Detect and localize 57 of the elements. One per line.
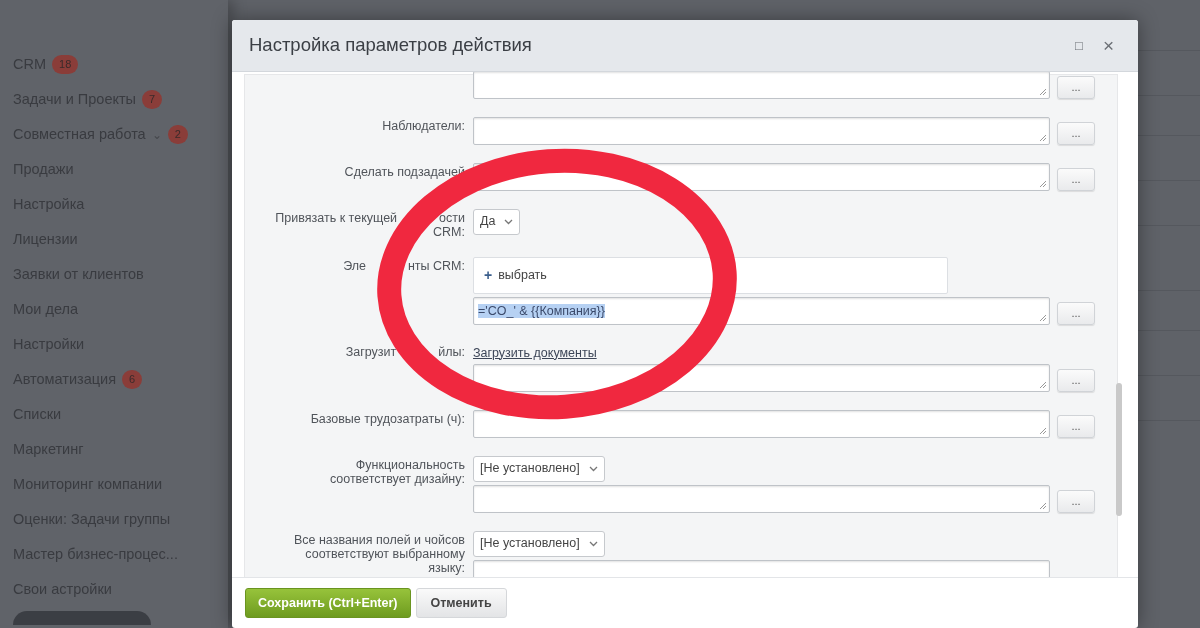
select-field[interactable]: Да — [473, 208, 521, 235]
close-button[interactable]: × — [1096, 35, 1120, 55]
more-button[interactable]: ... — [1057, 121, 1095, 145]
field-label: Привязать к текущей — [275, 210, 398, 225]
chevron-icon — [588, 465, 598, 472]
field-label: ости — [439, 210, 465, 225]
sidebar-button[interactable] — [13, 611, 151, 625]
cancel-button[interactable]: Отменить — [415, 588, 507, 618]
more-button[interactable]: ... — [1057, 75, 1095, 99]
resize-handle-icon[interactable] — [1039, 313, 1047, 322]
resize-handle-icon[interactable] — [1039, 380, 1047, 389]
text-area[interactable] — [473, 363, 1050, 392]
more-button[interactable]: ... — [1057, 414, 1095, 438]
select-link[interactable]: выбрать — [498, 265, 547, 285]
field-label: Загрузит — [345, 344, 397, 359]
more-button[interactable]: ... — [1057, 167, 1095, 191]
text-area[interactable] — [473, 71, 1050, 99]
text-area[interactable] — [473, 409, 1050, 438]
field-label: соответствуют выбранному — [305, 546, 465, 561]
chevron-icon — [504, 218, 514, 225]
chevron-icon: ⌄ — [151, 125, 162, 144]
counter-badge: 18 — [52, 55, 79, 74]
chevron-icon — [588, 540, 598, 547]
more-button[interactable]: ... — [1057, 368, 1095, 392]
counter-badge: 6 — [122, 370, 143, 389]
save-button[interactable]: Сохранить (Ctrl+Enter) — [245, 588, 411, 618]
resize-handle-icon[interactable] — [1039, 133, 1047, 142]
resize-handle-icon[interactable] — [1039, 501, 1047, 510]
field-label: Базовые трудозатраты (ч): — [310, 411, 465, 426]
scrollbar-thumb[interactable] — [1116, 382, 1122, 516]
counter-badge: 7 — [142, 90, 163, 109]
maximize-button[interactable]: □ — [1069, 35, 1089, 55]
select-field[interactable]: [Не установлено] — [473, 455, 605, 482]
field-label: Функциональность — [355, 457, 465, 472]
select-field[interactable]: [Не установлено] — [473, 530, 605, 557]
picker-field[interactable]: + выбрать — [473, 256, 948, 294]
field-label: Все названия полей и чойсов — [293, 532, 465, 547]
text-area[interactable]: ='CO_' & {{Компания}} — [473, 296, 1050, 325]
field-label: Сделать подзадачей — [344, 164, 465, 179]
plus-icon: + — [484, 264, 493, 286]
text-area[interactable] — [473, 484, 1050, 513]
resize-handle-icon[interactable] — [1039, 179, 1047, 188]
resize-handle-icon[interactable] — [1039, 426, 1047, 435]
field-label: йлы: — [438, 344, 465, 359]
counter-badge: 2 — [167, 125, 188, 144]
dialog-title: Настройка параметров действия — [249, 33, 533, 58]
field-label: CRM: — [433, 224, 465, 239]
field-label: соответствует дизайну: — [329, 471, 465, 486]
field-label: нты CRM: — [407, 258, 465, 273]
resize-handle-icon[interactable] — [1039, 87, 1047, 96]
more-button[interactable]: ... — [1057, 489, 1095, 513]
text-area[interactable] — [473, 116, 1050, 145]
field-label: языку: — [428, 560, 465, 575]
field-label: Наблюдатели: — [382, 118, 465, 133]
upload-link[interactable]: Загрузить документы — [473, 342, 597, 361]
field-label: Эле — [343, 258, 366, 273]
more-button[interactable]: ... — [1057, 301, 1095, 325]
